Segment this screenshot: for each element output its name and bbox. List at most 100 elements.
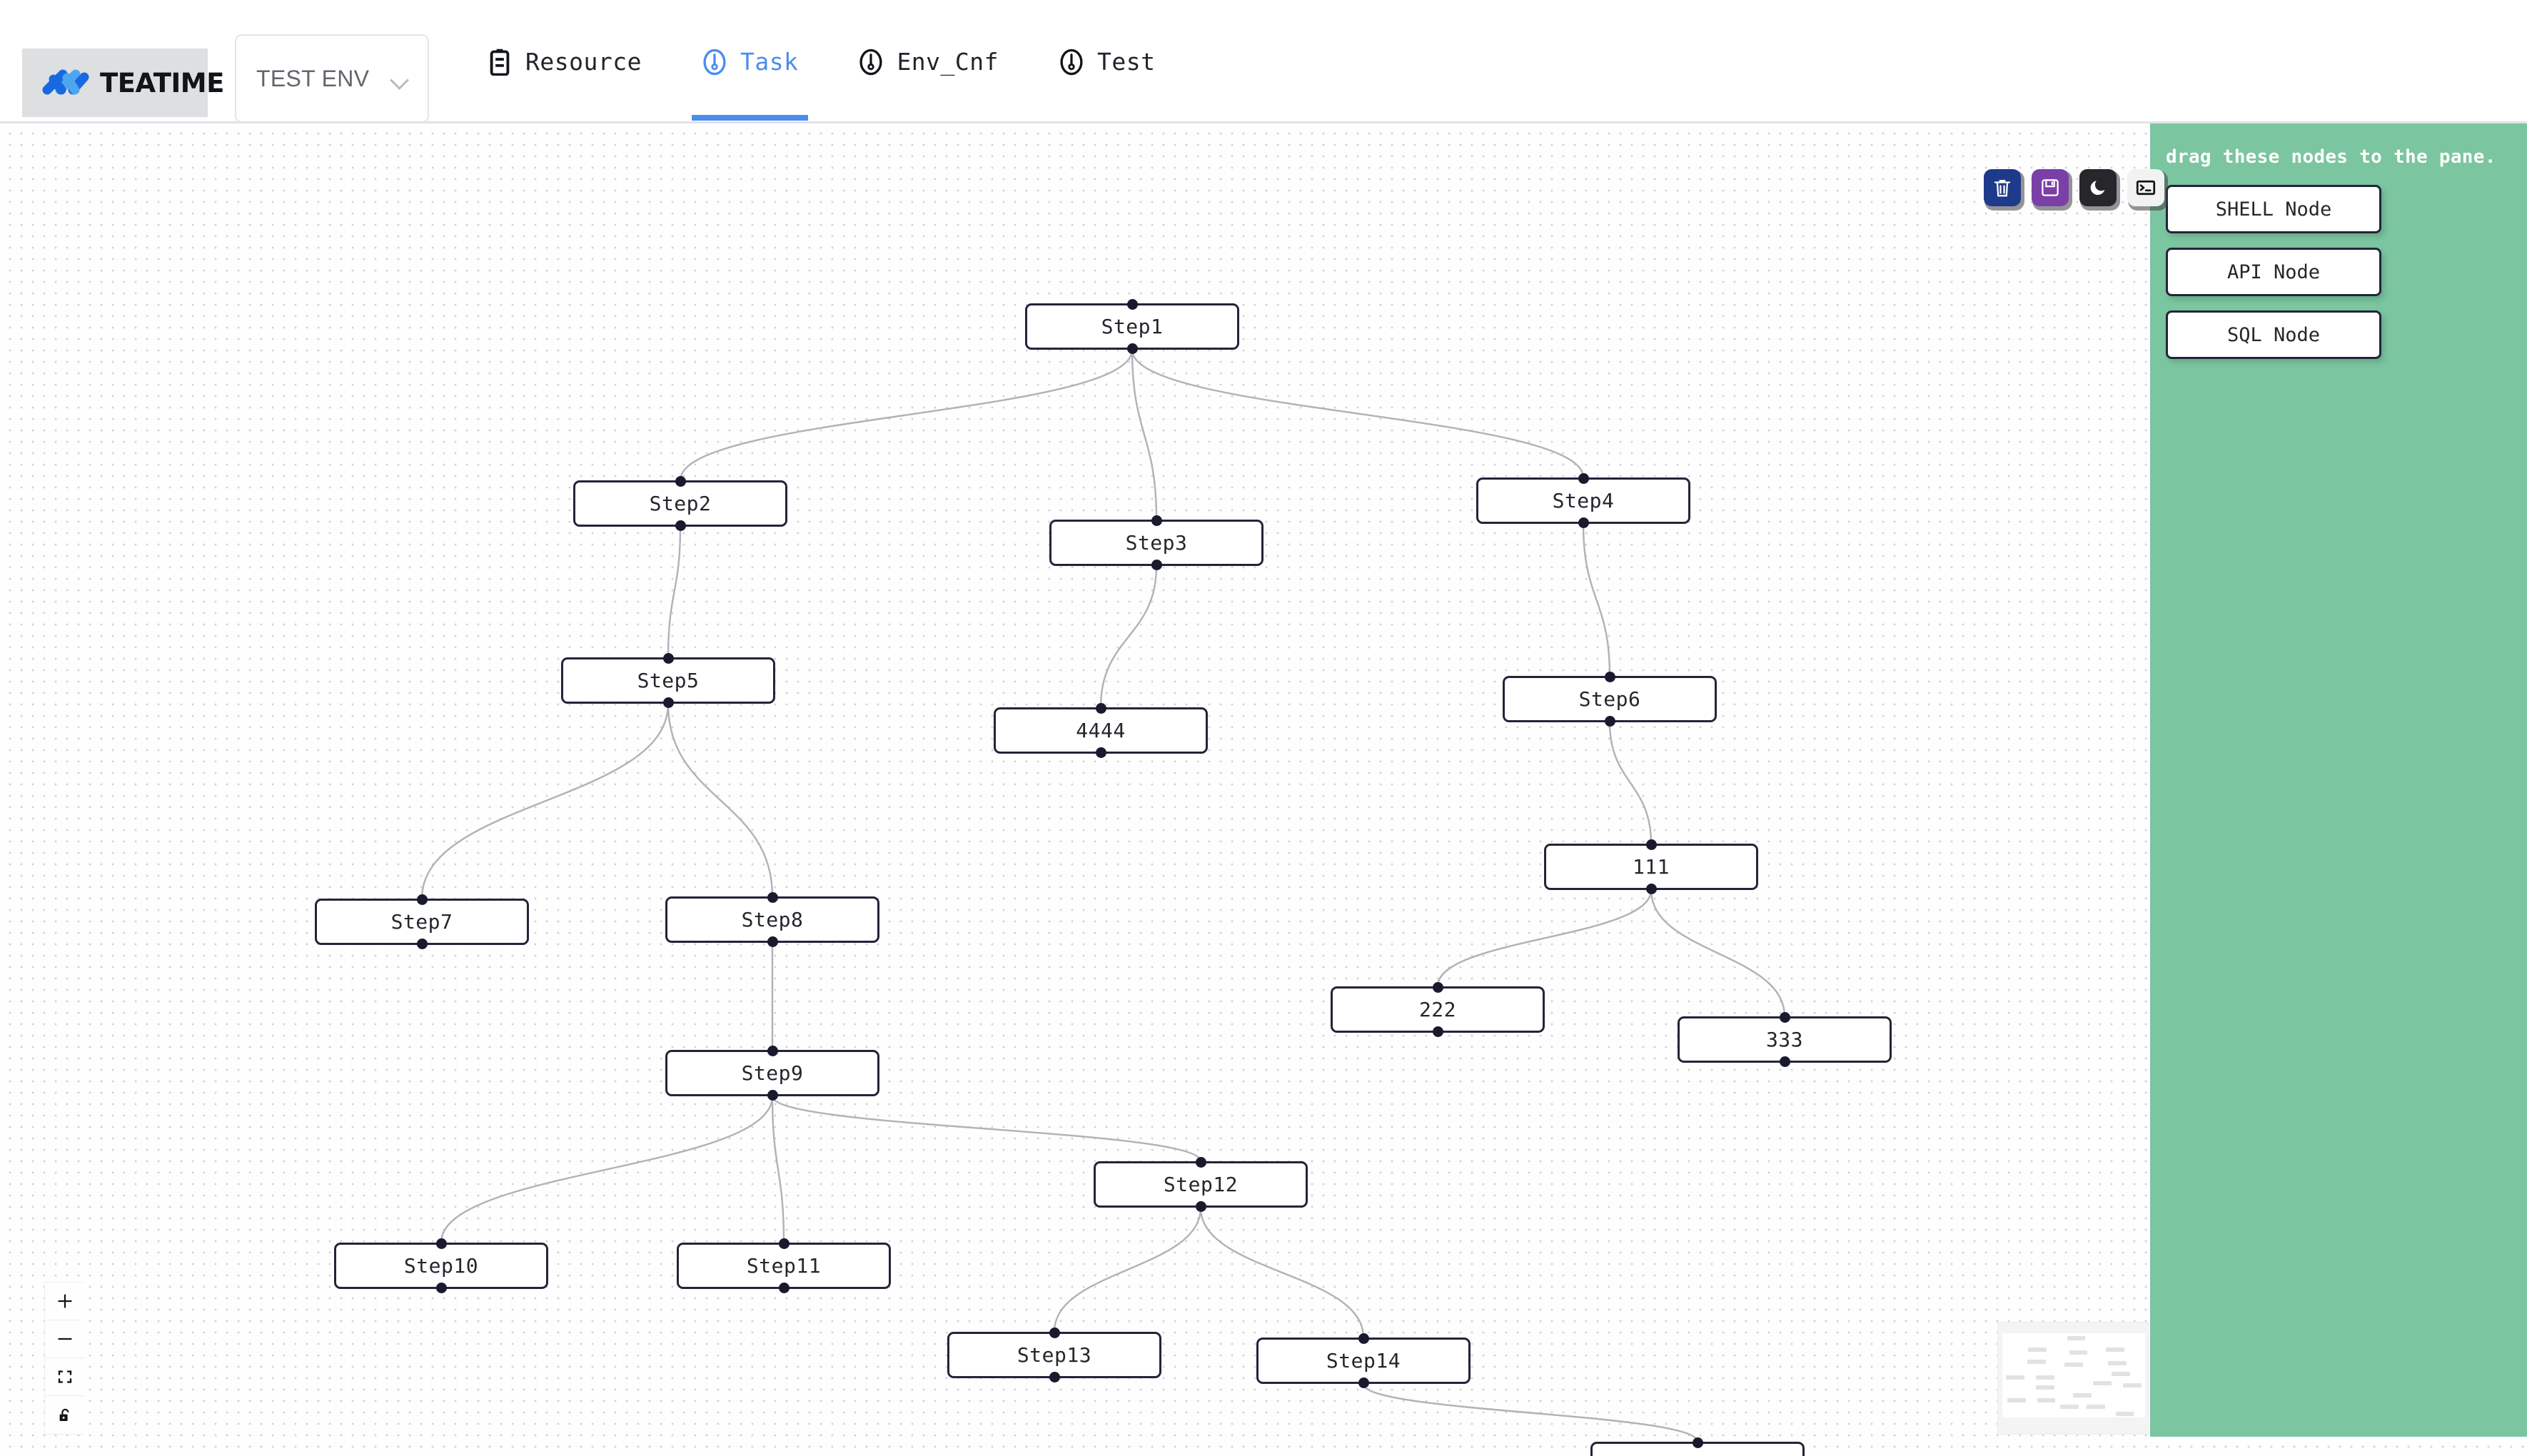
node-target-handle[interactable] (662, 653, 674, 664)
lock-button[interactable] (45, 1396, 84, 1434)
flow-edge[interactable] (1131, 349, 1158, 520)
tab-test[interactable]: Test (1029, 0, 1185, 123)
node-source-handle[interactable] (1432, 1026, 1443, 1037)
node-target-handle[interactable] (435, 1238, 447, 1249)
node-source-handle[interactable] (1095, 747, 1106, 758)
flow-node[interactable]: Step10 (334, 1238, 548, 1293)
minimap[interactable] (1997, 1322, 2149, 1435)
flow-node[interactable]: 111 (1544, 839, 1758, 894)
flow-node-label: Step15 (1660, 1453, 1735, 1456)
flow-node[interactable]: Step4 (1476, 473, 1690, 528)
dark-mode-button[interactable] (2079, 169, 2117, 206)
node-target-handle[interactable] (1095, 703, 1106, 714)
flow-node[interactable]: Step5 (561, 653, 775, 708)
tab-task[interactable]: Task (672, 0, 828, 123)
flow-node[interactable]: 4444 (994, 703, 1208, 758)
tab-env-cnf[interactable]: Env_Cnf (828, 0, 1029, 123)
flow-edge[interactable] (771, 1096, 1202, 1162)
env-selector[interactable]: TEST ENV (235, 34, 429, 123)
flow-edge[interactable] (667, 703, 774, 897)
minimap-node (2093, 1381, 2112, 1386)
flow-edge[interactable] (1608, 722, 1653, 844)
flow-node[interactable]: Step1 (1025, 299, 1239, 354)
node-source-handle[interactable] (435, 1283, 447, 1293)
node-source-handle[interactable] (416, 939, 428, 949)
node-target-handle[interactable] (1358, 1333, 1369, 1344)
node-source-handle[interactable] (1049, 1372, 1060, 1382)
app-logo[interactable]: TEATIME (22, 49, 224, 117)
node-target-handle[interactable] (1604, 672, 1615, 682)
minimap-node (2115, 1411, 2134, 1416)
node-target-handle[interactable] (1151, 515, 1162, 526)
node-target-handle[interactable] (1645, 839, 1657, 850)
node-target-handle[interactable] (778, 1238, 790, 1249)
node-source-handle[interactable] (662, 697, 674, 708)
flow-edge[interactable] (420, 703, 670, 899)
flow-node[interactable]: Step15 (1590, 1437, 1805, 1456)
node-target-handle[interactable] (1692, 1437, 1703, 1448)
flow-node[interactable]: Step7 (315, 894, 529, 949)
flow-edge[interactable] (771, 1096, 785, 1243)
zoom-out-button[interactable] (45, 1320, 84, 1358)
flow-edge[interactable] (1436, 889, 1653, 987)
trash-icon (1994, 180, 2011, 197)
env-selector-value: TEST ENV (256, 65, 370, 91)
node-target-handle[interactable] (767, 1046, 778, 1056)
node-source-handle[interactable] (1126, 343, 1138, 354)
node-target-handle[interactable] (416, 894, 428, 905)
flow-node[interactable]: 333 (1678, 1012, 1892, 1067)
node-target-handle[interactable] (1779, 1012, 1790, 1023)
flow-node[interactable]: Step12 (1094, 1157, 1308, 1212)
node-source-handle[interactable] (778, 1283, 790, 1293)
fit-view-button[interactable] (45, 1358, 84, 1396)
node-target-handle[interactable] (1049, 1328, 1060, 1338)
node-target-handle[interactable] (1195, 1157, 1206, 1168)
flow-canvas[interactable]: Step1 Step2 Step3 Step4 Step5 4444 Step6 Step7 S… (0, 123, 2527, 1456)
zoom-in-button[interactable] (45, 1283, 84, 1320)
palette-node-api[interactable]: API Node (2166, 248, 2381, 296)
flow-edge[interactable] (1582, 523, 1611, 677)
flow-node[interactable]: Step14 (1256, 1333, 1471, 1388)
flow-node[interactable]: Step2 (573, 476, 787, 531)
task-flow-editor: TEATIME TEST ENV Resource Task Env_Cnf T… (0, 0, 2527, 1456)
flow-edge[interactable] (1053, 1207, 1202, 1333)
minimap-node (2064, 1363, 2083, 1367)
node-source-handle[interactable] (1779, 1056, 1790, 1067)
node-source-handle[interactable] (767, 936, 778, 947)
node-source-handle[interactable] (1645, 884, 1657, 894)
node-source-handle[interactable] (1578, 517, 1589, 528)
node-target-handle[interactable] (1578, 473, 1589, 484)
node-source-handle[interactable] (1151, 560, 1162, 570)
flow-node[interactable]: Step13 (947, 1328, 1161, 1382)
node-source-handle[interactable] (1604, 716, 1615, 727)
flow-node[interactable]: Step8 (665, 892, 879, 947)
flow-edge[interactable] (440, 1096, 774, 1243)
flow-edge[interactable] (679, 349, 1134, 481)
node-target-handle[interactable] (1432, 982, 1443, 993)
flow-edge[interactable] (1650, 889, 1786, 1017)
flow-edge[interactable] (1099, 565, 1158, 708)
minimap-node (2067, 1335, 2086, 1340)
flow-node[interactable]: Step6 (1503, 672, 1717, 727)
node-source-handle[interactable] (1358, 1377, 1369, 1388)
flow-edge[interactable] (1199, 1207, 1365, 1338)
flow-node[interactable]: Step11 (677, 1238, 891, 1293)
flow-edge[interactable] (667, 526, 682, 658)
node-target-handle[interactable] (767, 892, 778, 903)
delete-button[interactable] (1984, 169, 2021, 206)
node-source-handle[interactable] (675, 520, 686, 531)
flow-edge[interactable] (1131, 349, 1585, 478)
save-button[interactable] (2032, 169, 2069, 206)
terminal-button[interactable] (2127, 169, 2164, 206)
palette-node-shell[interactable]: SHELL Node (2166, 185, 2381, 233)
flow-node[interactable]: Step3 (1049, 515, 1264, 570)
tab-resource[interactable]: Resource (457, 0, 672, 123)
flow-node[interactable]: Step9 (665, 1046, 879, 1101)
node-source-handle[interactable] (767, 1090, 778, 1101)
palette-node-sql[interactable]: SQL Node (2166, 310, 2381, 359)
flow-edge[interactable] (1362, 1383, 1699, 1442)
flow-node[interactable]: 222 (1331, 982, 1545, 1037)
node-target-handle[interactable] (675, 476, 686, 487)
node-target-handle[interactable] (1126, 299, 1138, 310)
node-source-handle[interactable] (1195, 1201, 1206, 1212)
